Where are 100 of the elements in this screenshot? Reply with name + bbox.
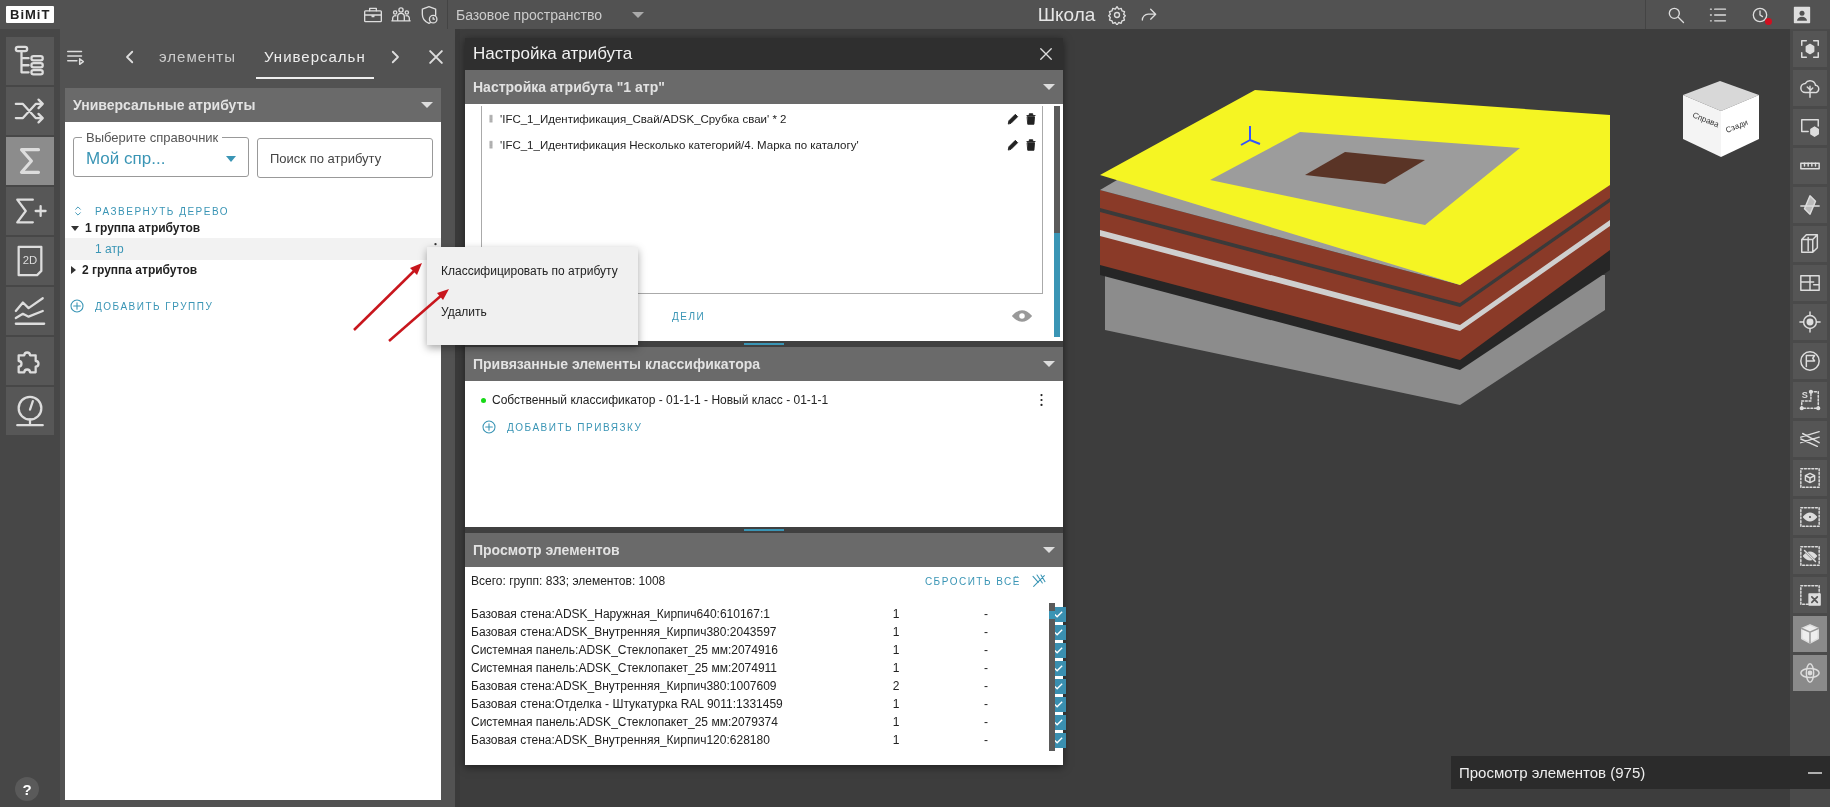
dashed-eye-icon — [1799, 506, 1821, 528]
table-cell-text: - — [983, 607, 989, 621]
dashed-eye-off-icon — [1799, 545, 1821, 567]
shield-clock-icon — [419, 4, 439, 25]
table-cell-text: Системная панель:ADSK_Стеклопакет_25 мм:2074916 — [471, 643, 779, 657]
tool-button[interactable] — [1793, 499, 1827, 535]
table-cell-text: - — [983, 715, 989, 729]
scrollbar[interactable] — [1054, 106, 1060, 337]
tool-button[interactable] — [1793, 31, 1827, 67]
table-cell-text: - — [983, 697, 989, 711]
tool-button[interactable]: S — [1793, 382, 1827, 418]
dialog-title: Настройка атрибута — [473, 44, 633, 64]
table-cell-text: Базовая стена:ADSK_Внутренняя_Кирпич120:628180 — [471, 733, 771, 747]
table-cell-text: Базовая стена:Отделка - Штукатурка RAL 9011:1331459 — [471, 697, 784, 711]
target-icon — [1799, 311, 1821, 333]
delete-button[interactable] — [1024, 112, 1038, 126]
gauge-icon — [13, 394, 47, 428]
dashed-close-icon — [1799, 584, 1821, 606]
model-link[interactable]: ДЕЛИ — [672, 310, 706, 322]
panel-tab[interactable]: Универсальн — [256, 35, 374, 79]
scrollbar[interactable] — [1049, 603, 1055, 751]
cube-icon — [1799, 623, 1821, 645]
close-icon — [1037, 45, 1055, 63]
section-plane-icon — [1799, 194, 1821, 216]
section-box-icon — [1799, 233, 1821, 255]
add-binding-link[interactable]: ДОБАВИТЬ ПРИВЯЗКУ — [481, 419, 643, 435]
formula-term: 'IFC_1_Идентификация_Свай/ADSK_Срубка сваи' * 2 — [500, 113, 788, 125]
table-cell-text: 1 — [891, 715, 901, 729]
search-field[interactable]: Поиск по атрибуту — [257, 138, 433, 178]
section-header[interactable]: Настройка атрибута "1 атр" — [465, 70, 1063, 104]
flag-circle-icon — [1799, 350, 1821, 372]
table-cell-text: Системная панель:ADSK_Стеклопакет_25 мм:2079374 — [471, 715, 779, 729]
settings-icon — [1107, 4, 1128, 25]
tool-button[interactable] — [6, 387, 54, 435]
add-circle-icon — [481, 419, 497, 435]
reset-all-link[interactable]: СБРОСИТЬ ВСЁ — [924, 573, 1047, 589]
expand-tree-link[interactable]: РАЗВЕРНУТЬ ДЕРЕВО — [71, 204, 441, 218]
tool-button[interactable] — [6, 37, 54, 85]
selection-icon: S — [1799, 389, 1821, 411]
minimize-button[interactable] — [1808, 771, 1822, 774]
tool-button[interactable] — [1793, 538, 1827, 574]
tool-button[interactable] — [6, 87, 54, 135]
shield-button[interactable] — [419, 4, 439, 25]
tree-group[interactable]: 1 группа атрибутов — [65, 218, 441, 238]
tool-button[interactable] — [1793, 343, 1827, 379]
pencil-icon — [1006, 112, 1020, 126]
section-header[interactable]: Универсальные атрибуты — [65, 88, 441, 122]
table-cell-text: Базовая стена:ADSK_Внутренняя_Кирпич380:1007609 — [471, 679, 778, 693]
close-button[interactable] — [1037, 45, 1055, 63]
tool-button[interactable] — [1793, 304, 1827, 340]
tool-button[interactable] — [1793, 109, 1827, 145]
table-cell-text: 2 — [891, 679, 901, 693]
cloud-tree-icon — [1799, 77, 1821, 99]
logo: BiMiT — [6, 6, 55, 23]
table-cell-text: 1 — [891, 661, 901, 675]
tool-button[interactable] — [1793, 226, 1827, 262]
reference-dropdown[interactable]: Выберите справочник Мой спр... — [73, 130, 249, 177]
trash-icon — [1024, 112, 1038, 126]
tool-button[interactable] — [6, 337, 54, 385]
tool-button[interactable] — [1793, 655, 1827, 691]
panel-tab[interactable]: элементы — [151, 35, 244, 79]
tool-button[interactable] — [1793, 421, 1827, 457]
more-icon — [1040, 394, 1043, 406]
project-title: Школа — [1037, 3, 1096, 26]
user-button[interactable] — [1792, 4, 1812, 25]
tool-button[interactable] — [1793, 148, 1827, 184]
minimize-icon — [1808, 771, 1822, 774]
edit-button[interactable] — [1006, 112, 1020, 126]
help-button[interactable]: ? — [15, 777, 39, 801]
trash-icon — [1024, 138, 1038, 152]
section-header[interactable]: Просмотр элементов — [465, 533, 1063, 567]
cube-face-label: Сзади — [1724, 117, 1750, 135]
floor-plan-icon — [1799, 272, 1821, 294]
table-cell-text: 1 — [891, 607, 901, 621]
tool-button[interactable] — [1793, 187, 1827, 223]
tree-item[interactable]: 1 атр — [65, 238, 441, 260]
tool-button[interactable] — [6, 187, 54, 235]
tool-button[interactable] — [1793, 265, 1827, 301]
add-circle-icon — [69, 298, 85, 314]
delete-button[interactable] — [1024, 138, 1038, 152]
section-header[interactable]: Привязанные элементы классификатора — [465, 347, 1063, 381]
table-cell-text: Базовая стена:ADSK_Внутренняя_Кирпич380:2043597 — [471, 625, 778, 639]
tool-button[interactable] — [1793, 616, 1827, 652]
table-cell-text: - — [983, 625, 989, 639]
table-cell-text: - — [983, 679, 989, 693]
formula-term: 'IFC_1_Идентификация Несколько категорий/4. Марка по каталогу' — [500, 139, 860, 151]
table-cell-text: - — [983, 643, 989, 657]
orbit-icon — [1799, 662, 1821, 684]
tool-button[interactable] — [6, 287, 54, 335]
tool-button[interactable]: 2D — [6, 237, 54, 285]
settings-button[interactable] — [1107, 4, 1128, 25]
table-cell-text: Системная панель:ADSK_Стеклопакет_25 мм:2074911 — [471, 661, 779, 675]
monitor-hex-icon — [1799, 116, 1821, 138]
tool-button[interactable] — [1793, 460, 1827, 496]
tool-button[interactable] — [1793, 577, 1827, 613]
table-cell-text: - — [983, 661, 989, 675]
tool-button[interactable] — [1793, 70, 1827, 106]
table-cell-text: Базовая стена:ADSK_Наружная_Кирпич640:610167:1 — [471, 607, 771, 621]
edit-button[interactable] — [1006, 138, 1020, 152]
annotation-arrow — [353, 263, 422, 331]
